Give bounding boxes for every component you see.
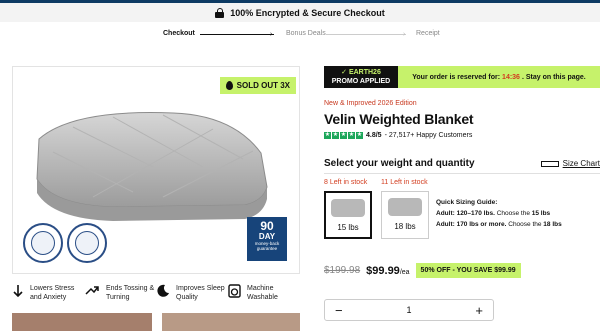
guarantee-line4: guarantee — [256, 246, 278, 251]
reserve-suffix: . Stay on this page. — [521, 73, 586, 81]
quantity-stepper: − 1 + — [324, 299, 494, 321]
original-price: $199.98 — [324, 265, 361, 276]
sale-price-value: $99.99 — [366, 264, 400, 277]
product-title: Velin Weighted Blanket — [324, 111, 474, 127]
toss-arrows-icon — [85, 286, 99, 295]
machine-washable-seal — [67, 223, 107, 263]
step-checkout: Checkout — [163, 30, 195, 37]
guide-weight-1: 15 lbs — [531, 210, 551, 217]
feature-list: Lowers Stress and Anxiety Ends Tossing &… — [12, 284, 300, 302]
arrow-right-icon: › — [270, 31, 273, 38]
stock-count-15: 8 Left in stock — [324, 179, 368, 186]
guide-range-2: Adult: 170 lbs or more. — [436, 221, 507, 228]
guarantee-day: DAY — [258, 232, 276, 241]
review-image-strip — [12, 313, 300, 331]
size-chart-link[interactable]: Size Chart — [540, 159, 600, 168]
review-photo — [12, 313, 152, 331]
weight-option-18lbs[interactable]: 18 lbs — [381, 191, 429, 239]
sold-out-badge: SOLD OUT 3X — [219, 77, 296, 94]
blanket-thumbnail — [331, 199, 365, 217]
checkout-progress: Checkout › Bonus Deals › Receipt — [0, 22, 600, 44]
countdown-timer: 14:36 — [502, 73, 520, 81]
feature-item: Improves Sleep Quality — [156, 284, 228, 302]
feature-item: Lowers Stress and Anxiety — [12, 284, 84, 302]
selector-header: Select your weight and quantity Size Cha… — [324, 158, 600, 169]
fire-icon — [225, 81, 233, 90]
star-icon: ★ — [348, 132, 355, 139]
guide-title: Quick Sizing Guide: — [436, 199, 498, 206]
promo-applied-text: PROMO APPLIED — [331, 78, 391, 85]
feature-item: Ends Tossing & Turning — [84, 284, 156, 302]
star-icon: ★ — [356, 132, 363, 139]
guide-weight-2: 18 lbs — [543, 221, 562, 228]
guide-choose-1: Choose the — [494, 210, 532, 217]
promo-banner: ✓ EARTH26 PROMO APPLIED Your order is re… — [324, 66, 600, 88]
feature-item: Machine Washable — [228, 284, 300, 302]
guide-range-1: Adult: 120–170 lbs. — [436, 210, 495, 217]
arrow-down-icon — [13, 285, 23, 298]
rating-row[interactable]: ★ ★ ★ ★ ★ 4.8/5 - 27,517+ Happy Customer… — [324, 132, 472, 139]
weight-label: 15 lbs — [337, 223, 359, 232]
guide-choose-2: Choose the — [506, 221, 544, 228]
lock-icon — [215, 7, 225, 18]
step-receipt: Receipt — [416, 30, 440, 37]
ruler-icon — [540, 160, 559, 167]
quantity-value[interactable]: 1 — [406, 305, 411, 315]
increase-quantity-button[interactable]: + — [475, 304, 483, 317]
feature-text: Improves Sleep Quality — [176, 285, 225, 301]
size-chart-label: Size Chart — [562, 159, 600, 168]
secure-checkout-text: 100% Encrypted & Secure Checkout — [230, 7, 385, 18]
promo-code-badge: ✓ EARTH26 PROMO APPLIED — [324, 66, 398, 88]
step-bonus-deals: Bonus Deals — [286, 30, 326, 37]
promo-code: ✓ EARTH26 — [341, 69, 381, 76]
blanket-thumbnail — [388, 198, 422, 216]
review-photo — [162, 313, 300, 331]
rating-count: - 27,517+ Happy Customers — [384, 132, 473, 139]
stock-count-18: 11 Left in stock — [381, 179, 428, 186]
rating-score: 4.8/5 — [366, 132, 382, 139]
edition-tag: New & Improved 2026 Edition — [324, 100, 417, 107]
sizing-guide: Quick Sizing Guide: Adult: 120–170 lbs. … — [436, 197, 562, 230]
sale-price: $99.99/ea — [366, 265, 409, 277]
washer-icon — [228, 284, 241, 298]
divider — [324, 173, 600, 174]
sold-out-text: SOLD OUT 3X — [236, 81, 290, 90]
progress-line-2 — [326, 34, 406, 35]
weight-label: 18 lbs — [394, 222, 416, 231]
reservation-timer: Your order is reserved for: 14:36 . Stay… — [398, 66, 600, 88]
money-back-guarantee-badge: 90 DAY money-back guarantee — [247, 217, 287, 261]
price-row: $199.98 $99.99/ea 50% OFF - YOU SAVE $99… — [324, 263, 521, 278]
progress-line-1 — [200, 34, 274, 35]
moon-icon — [157, 284, 169, 297]
decrease-quantity-button[interactable]: − — [335, 304, 343, 317]
price-unit: /ea — [399, 268, 410, 276]
selector-title: Select your weight and quantity — [324, 158, 475, 169]
star-icon: ★ — [340, 132, 347, 139]
star-icon: ★ — [332, 132, 339, 139]
reserve-text: Your order is reserved for: — [412, 73, 501, 81]
star-rating: ★ ★ ★ ★ ★ — [324, 132, 363, 139]
weight-option-15lbs[interactable]: 15 lbs — [324, 191, 372, 239]
star-icon: ★ — [324, 132, 331, 139]
doctor-recommended-seal — [23, 223, 63, 263]
secure-checkout-bar: 100% Encrypted & Secure Checkout — [0, 0, 600, 22]
feature-text: Machine Washable — [247, 285, 278, 301]
feature-text: Ends Tossing & Turning — [106, 285, 155, 301]
guarantee-number: 90 — [260, 219, 274, 233]
feature-text: Lowers Stress and Anxiety — [30, 285, 75, 301]
arrow-right-icon: › — [403, 31, 406, 38]
savings-badge: 50% OFF - YOU SAVE $99.99 — [415, 263, 521, 278]
product-image[interactable]: SOLD OUT 3X 90 DAY money-back guarantee — [12, 66, 300, 274]
